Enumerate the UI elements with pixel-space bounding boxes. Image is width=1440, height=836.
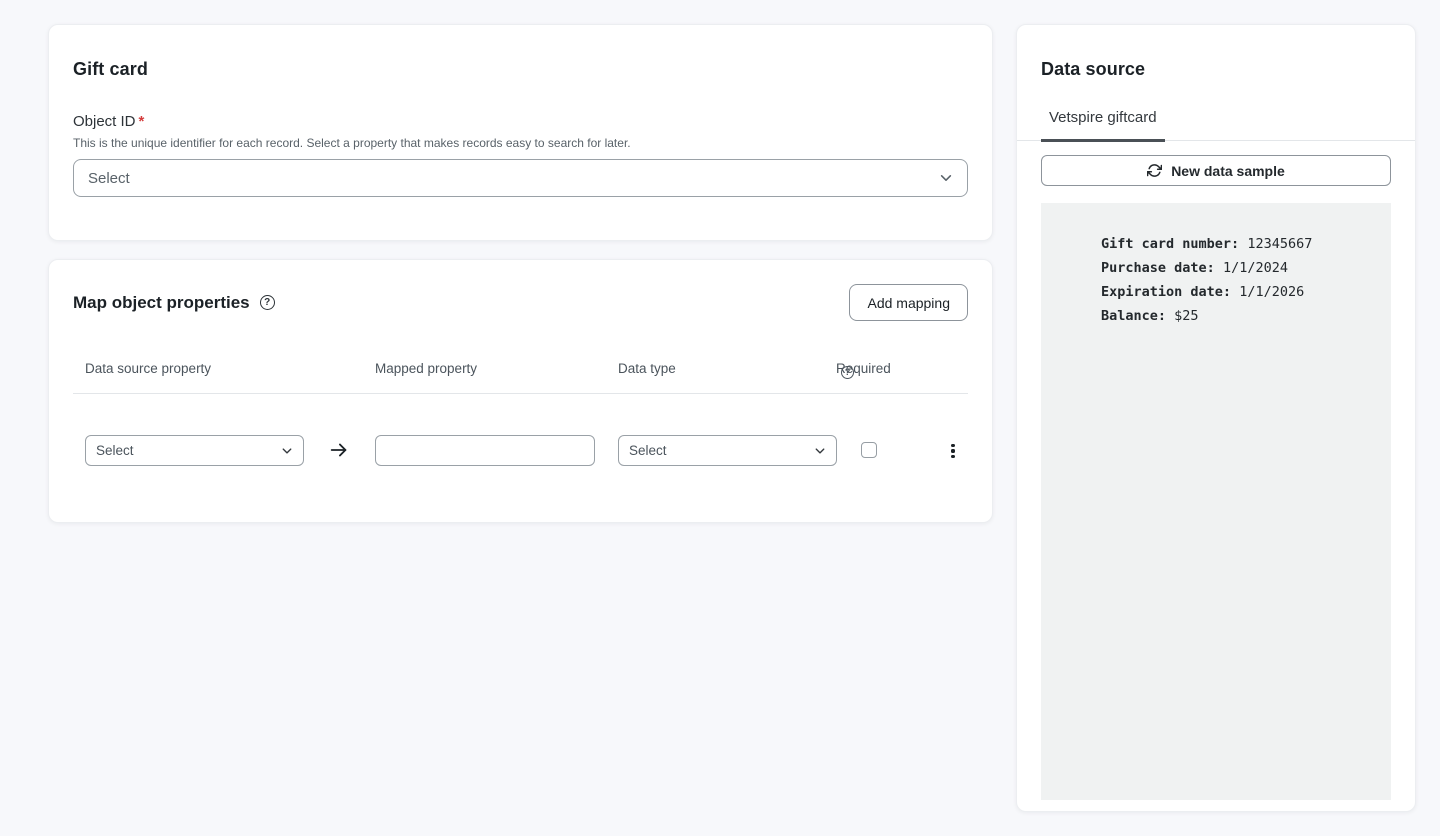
object-id-help-text: This is the unique identifier for each r…: [73, 136, 968, 150]
data-type-select[interactable]: Select: [618, 435, 837, 466]
data-type-placeholder: Select: [629, 443, 667, 458]
chevron-down-icon: [814, 445, 826, 457]
source-property-placeholder: Select: [96, 443, 134, 458]
row-menu-kebab-icon[interactable]: [944, 440, 962, 462]
mapped-property-input[interactable]: [375, 435, 595, 466]
object-id-select[interactable]: Select: [73, 159, 968, 197]
sample-data-text: Gift card number: 12345667 Purchase date…: [1101, 232, 1375, 328]
mapping-table: Data source property Mapped property Dat…: [73, 361, 968, 466]
sample-data-preview: Gift card number: 12345667 Purchase date…: [1041, 203, 1391, 800]
mapping-row: Select Select: [73, 435, 968, 466]
tab-vetspire-giftcard[interactable]: Vetspire giftcard: [1041, 109, 1165, 142]
help-icon[interactable]: ?: [260, 295, 275, 310]
gift-card-title: Gift card: [73, 59, 968, 80]
new-data-sample-button[interactable]: New data sample: [1041, 155, 1391, 186]
data-source-tabs: Vetspire giftcard: [1017, 109, 1415, 141]
column-mapped-property: Mapped property: [375, 361, 477, 376]
column-data-type: Data type: [618, 361, 676, 376]
chevron-down-icon: [939, 171, 953, 185]
required-asterisk: *: [139, 113, 145, 130]
object-id-label: Object ID*: [73, 113, 968, 130]
refresh-icon: [1147, 163, 1162, 178]
data-source-panel: Data source Vetspire giftcard New data s…: [1016, 24, 1416, 812]
chevron-down-icon: [281, 445, 293, 457]
arrow-right-icon: [328, 439, 350, 461]
column-data-source-property: Data source property: [85, 361, 211, 376]
map-properties-panel: Map object properties ? Add mapping Data…: [48, 259, 993, 523]
add-mapping-button[interactable]: Add mapping: [849, 284, 968, 321]
data-source-title: Data source: [1041, 59, 1391, 80]
source-property-select[interactable]: Select: [85, 435, 304, 466]
column-required: Required?: [836, 361, 854, 379]
required-checkbox[interactable]: [861, 442, 877, 458]
mapping-table-header: Data source property Mapped property Dat…: [73, 361, 968, 394]
map-properties-title: Map object properties: [73, 293, 250, 313]
object-id-select-placeholder: Select: [88, 170, 130, 187]
new-data-sample-label: New data sample: [1171, 163, 1285, 179]
gift-card-panel: Gift card Object ID* This is the unique …: [48, 24, 993, 241]
